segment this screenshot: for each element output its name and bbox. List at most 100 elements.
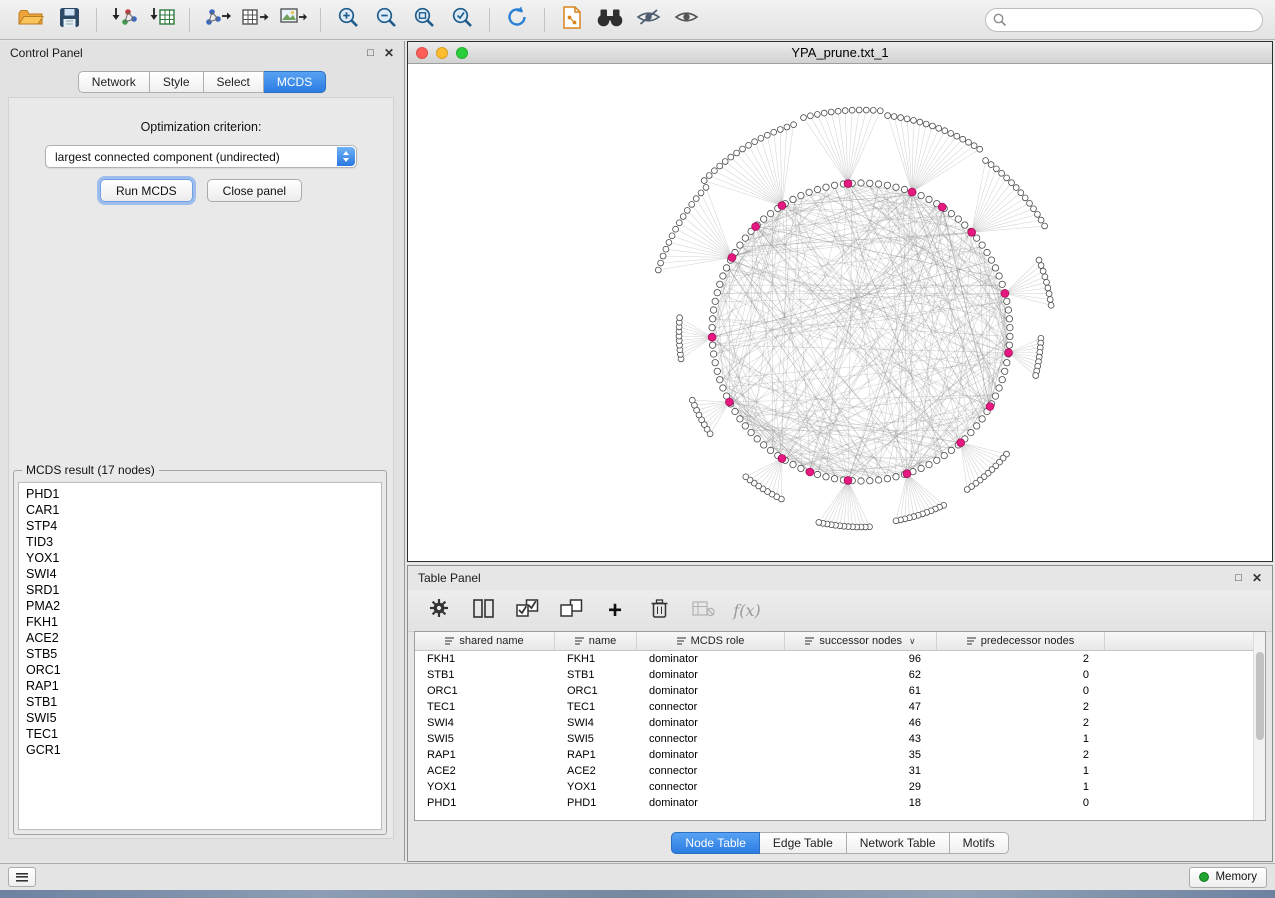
cell-name: ACE2: [555, 763, 637, 779]
result-item[interactable]: PHD1: [26, 486, 374, 502]
result-item[interactable]: SWI5: [26, 710, 374, 726]
column-header-name[interactable]: name: [555, 632, 637, 650]
result-item[interactable]: ORC1: [26, 662, 374, 678]
control-panel-header: Control Panel □ ✕: [0, 41, 404, 65]
result-item[interactable]: RAP1: [26, 678, 374, 694]
result-item[interactable]: YOX1: [26, 550, 374, 566]
application-window: Control Panel □ ✕ NetworkStyleSelectMCDS…: [0, 0, 1275, 890]
apply-layout-button[interactable]: [498, 5, 536, 35]
optimization-criterion-select[interactable]: largest connected component (undirected): [45, 145, 357, 168]
mcds-result-groupbox: MCDS result (17 nodes) PHD1CAR1STP4TID3Y…: [13, 470, 387, 835]
toolbar-separator: [96, 8, 97, 32]
export-image-button[interactable]: [274, 5, 312, 35]
close-panel-icon[interactable]: ✕: [1252, 572, 1262, 584]
float-panel-icon[interactable]: □: [367, 48, 374, 59]
result-item[interactable]: CAR1: [26, 502, 374, 518]
export-network-button[interactable]: [198, 5, 236, 35]
deselect-all-button[interactable]: [554, 596, 588, 626]
result-item[interactable]: TEC1: [26, 726, 374, 742]
memory-status-dot: [1199, 872, 1209, 882]
table-row[interactable]: RAP1RAP1dominator352: [415, 747, 1265, 763]
task-history-button[interactable]: [8, 867, 36, 887]
table-body: FKH1FKH1dominator962STB1STB1dominator620…: [415, 651, 1265, 811]
close-panel-icon[interactable]: ✕: [384, 47, 394, 59]
cell-successors: 18: [785, 795, 937, 811]
hide-details-button[interactable]: [629, 5, 667, 35]
export-table-button[interactable]: [236, 5, 274, 35]
zoom-in-button[interactable]: [329, 5, 367, 35]
sort-icon: [805, 637, 814, 645]
result-item[interactable]: SWI4: [26, 566, 374, 582]
close-panel-button[interactable]: Close panel: [207, 179, 302, 202]
table-row[interactable]: YOX1YOX1connector291: [415, 779, 1265, 795]
tab-motifs[interactable]: Motifs: [950, 832, 1009, 854]
mcds-result-list[interactable]: PHD1CAR1STP4TID3YOX1SWI4SRD1PMA2FKH1ACE2…: [18, 482, 382, 830]
result-item[interactable]: STP4: [26, 518, 374, 534]
zoom-selected-icon: [451, 6, 474, 34]
table-scrollbar[interactable]: [1253, 632, 1265, 820]
close-window-icon[interactable]: [416, 47, 428, 59]
cell-successors: 46: [785, 715, 937, 731]
tab-edge-table[interactable]: Edge Table: [760, 832, 847, 854]
table-row[interactable]: FKH1FKH1dominator962: [415, 651, 1265, 667]
table-row[interactable]: SWI4SWI4dominator462: [415, 715, 1265, 731]
save-session-button[interactable]: [50, 5, 88, 35]
import-table-button[interactable]: [143, 5, 181, 35]
zoom-selected-button[interactable]: [443, 5, 481, 35]
result-item[interactable]: GCR1: [26, 742, 374, 758]
export-document-button[interactable]: [553, 5, 591, 35]
cell-role: dominator: [637, 747, 785, 763]
result-item[interactable]: ACE2: [26, 630, 374, 646]
result-item[interactable]: TID3: [26, 534, 374, 550]
tab-style[interactable]: Style: [150, 71, 204, 93]
show-details-button[interactable]: [667, 5, 705, 35]
table-row[interactable]: ACE2ACE2connector311: [415, 763, 1265, 779]
network-canvas[interactable]: [408, 64, 1272, 561]
maximize-window-icon[interactable]: [456, 47, 468, 59]
result-item[interactable]: SRD1: [26, 582, 374, 598]
result-item[interactable]: STB1: [26, 694, 374, 710]
tab-network-table[interactable]: Network Table: [847, 832, 950, 854]
result-item[interactable]: FKH1: [26, 614, 374, 630]
create-column-button[interactable]: +: [598, 596, 632, 626]
table-row[interactable]: TEC1TEC1connector472: [415, 699, 1265, 715]
tab-mcds[interactable]: MCDS: [264, 71, 326, 93]
cell-name: ORC1: [555, 683, 637, 699]
minimize-window-icon[interactable]: [436, 47, 448, 59]
search-network-button[interactable]: [591, 5, 629, 35]
zoom-fit-button[interactable]: [405, 5, 443, 35]
tab-network[interactable]: Network: [78, 71, 150, 93]
cell-successors: 61: [785, 683, 937, 699]
table-row[interactable]: SWI5SWI5connector431: [415, 731, 1265, 747]
zoom-out-button[interactable]: [367, 5, 405, 35]
table-options-button[interactable]: [422, 596, 456, 626]
float-panel-icon[interactable]: □: [1235, 573, 1242, 584]
table-row[interactable]: PHD1PHD1dominator180: [415, 795, 1265, 811]
fx-icon: f(x): [733, 601, 760, 620]
open-file-button[interactable]: [12, 5, 50, 35]
select-all-button[interactable]: [510, 596, 544, 626]
scrollbar-thumb[interactable]: [1256, 652, 1264, 740]
cell-successors: 62: [785, 667, 937, 683]
result-item[interactable]: STB5: [26, 646, 374, 662]
delete-column-button[interactable]: [642, 596, 676, 626]
show-columns-button[interactable]: [466, 596, 500, 626]
table-row[interactable]: STB1STB1dominator620: [415, 667, 1265, 683]
run-mcds-button[interactable]: Run MCDS: [100, 179, 193, 202]
result-item[interactable]: PMA2: [26, 598, 374, 614]
cell-role: dominator: [637, 795, 785, 811]
delete-table-icon: [692, 600, 715, 622]
network-window-titlebar[interactable]: YPA_prune.txt_1: [408, 42, 1272, 64]
tab-node-table[interactable]: Node Table: [671, 832, 760, 854]
import-network-button[interactable]: [105, 5, 143, 35]
cell-predecessors: 0: [937, 667, 1105, 683]
column-header-role[interactable]: MCDS role: [637, 632, 785, 650]
table-row[interactable]: ORC1ORC1dominator610: [415, 683, 1265, 699]
column-header-successors[interactable]: successor nodes∨: [785, 632, 937, 650]
cell-name: STB1: [555, 667, 637, 683]
memory-button[interactable]: Memory: [1189, 867, 1267, 888]
tab-select[interactable]: Select: [204, 71, 264, 93]
column-header-predecessors[interactable]: predecessor nodes: [937, 632, 1105, 650]
column-header-shared_name[interactable]: shared name: [415, 632, 555, 650]
search-input[interactable]: [985, 8, 1263, 32]
